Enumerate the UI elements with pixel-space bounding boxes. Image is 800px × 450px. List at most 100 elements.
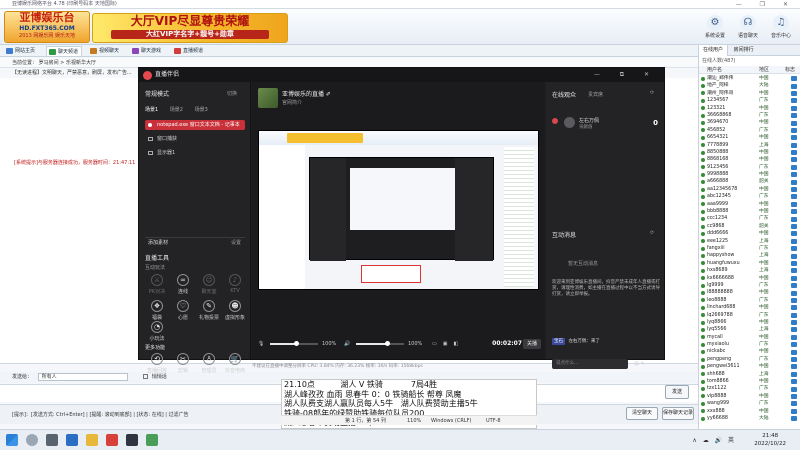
viewer-row[interactable]: 左右万佩 贡献值 0 bbox=[552, 116, 660, 130]
user-row[interactable]: huangfuwuxu 中国 bbox=[699, 260, 800, 267]
user-row[interactable]: cc9868 韶关 bbox=[699, 223, 800, 230]
tool-minigame[interactable]: ◔ 小玩法 bbox=[145, 321, 169, 342]
music-center-button[interactable]: ♫ 音乐中心 bbox=[766, 13, 796, 43]
user-row[interactable]: abc12345 广东 bbox=[699, 193, 800, 200]
settings-button[interactable]: ⚙ 系统设置 bbox=[700, 13, 730, 43]
tool-vote[interactable]: ✎ 礼物投票 bbox=[197, 300, 221, 321]
quick-action-icons[interactable]: ▭▣◧ bbox=[432, 337, 464, 351]
user-row[interactable]: 8868168 中国 bbox=[699, 156, 800, 163]
tab-chat-game[interactable]: 聊天游戏 bbox=[130, 46, 164, 56]
user-row[interactable]: bbb8888 中国 bbox=[699, 208, 800, 215]
add-source-button[interactable]: 添加素材 设置 bbox=[145, 237, 245, 248]
chat-input[interactable]: 说点什么... bbox=[552, 359, 628, 369]
user-row[interactable]: 123321 中国 bbox=[699, 105, 800, 112]
user-row[interactable]: pengwei3611 中国 bbox=[699, 363, 800, 370]
user-row[interactable]: 456852 广东 bbox=[699, 127, 800, 134]
user-row[interactable]: a666888 韶关 bbox=[699, 178, 800, 185]
user-row[interactable]: tzx1122 广东 bbox=[699, 385, 800, 392]
source-item-window[interactable]: 窗口捕获 bbox=[145, 134, 245, 144]
user-row[interactable]: kx6666688 中国 bbox=[699, 275, 800, 282]
tab-online-audience[interactable]: 在线观众 bbox=[552, 90, 576, 99]
source-settings-button[interactable]: 设置 bbox=[231, 238, 241, 249]
mic-volume-slider[interactable] bbox=[270, 341, 318, 346]
save-chat-button[interactable]: 保存聊天记录 bbox=[662, 407, 694, 420]
user-row[interactable]: aaa9999 中国 bbox=[699, 201, 800, 208]
tab-home[interactable]: 网站主页 bbox=[4, 46, 38, 56]
user-row[interactable]: 7778899 上海 bbox=[699, 142, 800, 149]
user-row[interactable]: 潮汕_郑伟伟 中国 bbox=[699, 75, 800, 82]
tool-lucky-bag[interactable]: ❖ 福袋 bbox=[145, 300, 169, 321]
user-row[interactable]: ccc1234 广东 bbox=[699, 215, 800, 222]
tab-scene-2[interactable]: 场景2 bbox=[170, 107, 183, 113]
end-live-button[interactable]: 关播 bbox=[523, 339, 541, 349]
vip-ad-banner[interactable]: 大厅VIP尽显尊贵荣耀 大红VIP字名字+靓号+勋章 bbox=[92, 13, 288, 43]
system-tray[interactable]: ∧ ☁ 🔊 英 bbox=[692, 430, 736, 450]
user-row[interactable]: 6654321 中国 bbox=[699, 134, 800, 141]
user-row[interactable]: lyq5566 上海 bbox=[699, 326, 800, 333]
user-row[interactable]: shh688 上海 bbox=[699, 371, 800, 378]
live-app-icon[interactable] bbox=[126, 434, 138, 446]
user-row[interactable]: 9998888 中国 bbox=[699, 171, 800, 178]
search-icon[interactable] bbox=[26, 434, 38, 446]
user-row[interactable]: ddd6666 中国 bbox=[699, 230, 800, 237]
source-item-display[interactable]: 显示器1 bbox=[145, 148, 245, 158]
tab-live-channel[interactable]: 直播频道 bbox=[172, 46, 206, 56]
edge-icon[interactable] bbox=[66, 434, 78, 446]
user-row[interactable]: hxs8689 上海 bbox=[699, 267, 800, 274]
tab-scene-3[interactable]: 场景3 bbox=[195, 107, 208, 113]
tab-room-ranking[interactable]: 房间排行 bbox=[730, 45, 758, 56]
tool-ktv[interactable]: ♪ KTV bbox=[223, 274, 247, 294]
user-row[interactable]: 1234567 广东 bbox=[699, 97, 800, 104]
user-row[interactable]: 3694670 中国 bbox=[699, 119, 800, 126]
user-row[interactable]: nickabc 中国 bbox=[699, 348, 800, 355]
user-row[interactable]: 地产_阿梓 大陆 bbox=[699, 82, 800, 89]
stream-title[interactable]: 亚博娱乐的直播 ✐ bbox=[282, 89, 331, 98]
user-row[interactable]: eee1225 上海 bbox=[699, 238, 800, 245]
window-controls[interactable]: — ❐ ✕ bbox=[736, 0, 796, 9]
user-row[interactable]: happyshow 上海 bbox=[699, 252, 800, 259]
tab-vip-seats[interactable]: 贵宾席 bbox=[588, 91, 603, 98]
user-row[interactable]: myxiaolu 广东 bbox=[699, 341, 800, 348]
tab-chat-channel[interactable]: 聊天频道 bbox=[46, 46, 83, 56]
tool-pk[interactable]: ⚔ PK对决 bbox=[145, 274, 169, 295]
user-row[interactable]: pengpeng 广东 bbox=[699, 356, 800, 363]
live-window-controls[interactable]: — ⧉ ✕ bbox=[594, 68, 658, 82]
user-row[interactable]: aa12345678 中国 bbox=[699, 186, 800, 193]
user-row[interactable]: lq2669788 广东 bbox=[699, 312, 800, 319]
user-row[interactable]: fangxiii 广东 bbox=[699, 245, 800, 252]
stream-preview[interactable] bbox=[258, 130, 539, 290]
tool-link[interactable]: ∞ 连线 bbox=[171, 274, 195, 295]
tool-avatar[interactable]: ☻ 虚拟形象 bbox=[223, 300, 247, 321]
expand-icon[interactable]: ⟳ bbox=[650, 230, 654, 236]
tool-clip[interactable]: ✂ 剪辑 bbox=[171, 353, 195, 374]
send-button[interactable]: 发送 bbox=[665, 385, 689, 399]
recipient-select[interactable]: 所有人 bbox=[37, 372, 128, 381]
streamer-avatar[interactable] bbox=[258, 88, 278, 108]
user-row[interactable]: leo8888 广东 bbox=[699, 297, 800, 304]
user-row[interactable]: yy66688 大陆 bbox=[699, 415, 800, 422]
user-row[interactable]: 8850888 中国 bbox=[699, 149, 800, 156]
tool-replay[interactable]: ⟲ 直播回放 bbox=[145, 353, 169, 374]
speaker-icon[interactable]: 🔊 bbox=[344, 337, 350, 351]
user-row[interactable]: linchard688 中国 bbox=[699, 304, 800, 311]
private-checkbox[interactable] bbox=[143, 374, 149, 379]
tool-chatroom[interactable]: ☺ 聊天室 bbox=[197, 274, 221, 295]
notepad-icon[interactable] bbox=[146, 434, 158, 446]
refresh-icon[interactable]: ⟳ bbox=[650, 90, 654, 96]
voice-chat-button[interactable]: ☊ 语音聊天 bbox=[733, 13, 763, 43]
start-icon[interactable] bbox=[6, 434, 18, 446]
user-row[interactable]: xxx888 中国 bbox=[699, 408, 800, 415]
user-row[interactable]: mycall 中国 bbox=[699, 334, 800, 341]
user-row[interactable]: 潮州_阿伟哥 中国 bbox=[699, 90, 800, 97]
user-row[interactable]: 36668868 广东 bbox=[699, 112, 800, 119]
file-explorer-icon[interactable] bbox=[86, 434, 98, 446]
clock[interactable]: 21:48 2022/10/22 bbox=[754, 432, 786, 448]
tool-wish[interactable]: ♡ 心愿 bbox=[171, 300, 195, 321]
chat-app-icon[interactable] bbox=[106, 434, 118, 446]
switch-mode-button[interactable]: 切换 bbox=[227, 90, 237, 97]
user-row[interactable]: vip8888 中国 bbox=[699, 393, 800, 400]
emoji-icon[interactable]: ☺ ✎ bbox=[634, 361, 645, 367]
tab-scene-1[interactable]: 场景1 bbox=[145, 107, 158, 113]
tool-cart[interactable]: 🛒 抖音电商 bbox=[223, 353, 247, 374]
tab-online-users[interactable]: 在线用户 bbox=[699, 45, 729, 56]
